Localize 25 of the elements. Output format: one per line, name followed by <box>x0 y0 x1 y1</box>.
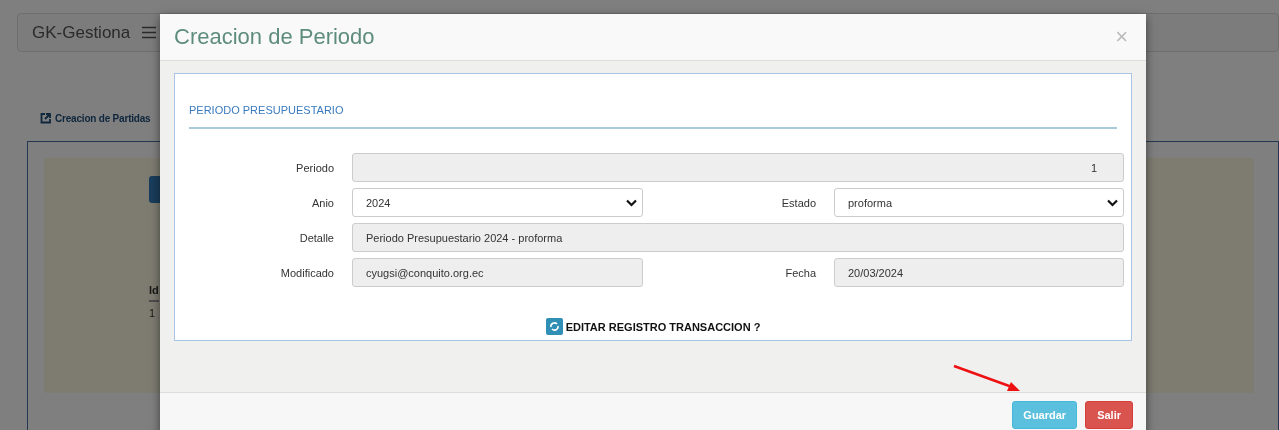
tab[interactable]: Creacion de Partidas <box>40 113 151 124</box>
input-field[interactable]: 1 <box>352 153 1124 182</box>
table-cell: 1 <box>149 301 159 324</box>
field-label: Modificado <box>279 266 334 279</box>
field-label: Periodo <box>295 161 334 174</box>
chevron-down-icon <box>626 198 637 207</box>
select-field[interactable]: proforma <box>834 188 1124 217</box>
column-header: Id <box>149 280 159 301</box>
field-label: Fecha <box>784 266 816 279</box>
field-label: Anio <box>310 196 334 209</box>
input-field[interactable]: cyugsi@conquito.org.ec <box>352 258 643 287</box>
refresh-icon <box>545 318 563 335</box>
modal-title: Creacion de Periodo <box>174 24 375 50</box>
chevron-down-icon <box>1107 198 1118 207</box>
select-field[interactable]: 2024 <box>352 188 643 217</box>
field-label: Detalle <box>298 231 334 244</box>
exit-button[interactable]: Salir <box>1085 401 1133 429</box>
section-heading: PERIODO PRESUPUESTARIO <box>189 104 1117 129</box>
arrow-annotation <box>953 364 1020 391</box>
menu-icon[interactable] <box>142 26 157 39</box>
external-link-icon <box>40 113 51 124</box>
field-label: Estado <box>780 196 816 209</box>
input-field[interactable]: 20/03/2024 <box>834 258 1124 287</box>
input-field[interactable]: Periodo Presupuestario 2024 - proforma <box>352 223 1124 252</box>
edit-link[interactable]: EDITAR REGISTRO TRANSACCION ? <box>545 318 761 335</box>
